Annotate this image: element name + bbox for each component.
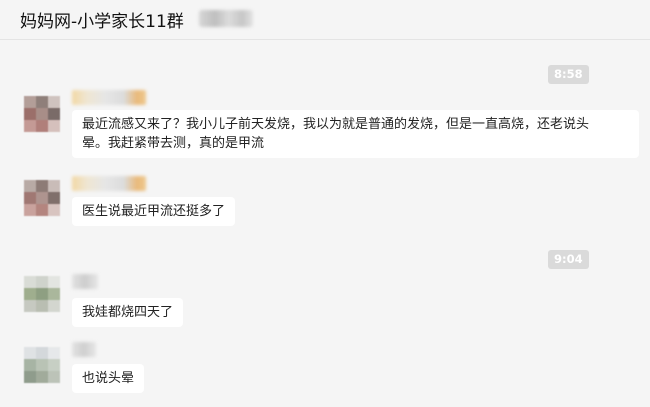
sender-avatar[interactable] (24, 96, 60, 132)
sender-avatar[interactable] (24, 180, 60, 216)
message-text: 晕。我赶紧带去测，真的是甲流 (82, 136, 265, 151)
message-timestamp: 9:04 (548, 250, 589, 269)
sender-name-blurred (72, 90, 146, 105)
message-bubble: 最近流感又来了？我小儿子前天发烧，我以为就是普通的发烧，但是一直高烧，还老说头 … (72, 110, 639, 158)
message-bubble: 医生说最近甲流还挺多了 (72, 197, 236, 226)
sender-avatar[interactable] (24, 347, 60, 383)
message-timestamp: 8:58 (548, 65, 589, 84)
message-bubble: 我娃都烧四天了 (72, 298, 184, 327)
sender-name-blurred (72, 342, 96, 357)
blurred-group-suffix (199, 10, 253, 27)
message-bubble: 也说头晕 (72, 364, 145, 393)
message-text: 最近流感又来了？我小儿子前天发烧，我以为就是普通的发烧，但是一直高烧，还老说头 (82, 117, 590, 132)
sender-name-blurred (72, 176, 146, 191)
chat-title: 妈妈网-小学家长11群 (20, 12, 184, 32)
sender-name-blurred (72, 274, 98, 289)
message-text: 也说头晕 (82, 371, 135, 386)
message-text: 我娃都烧四天了 (82, 305, 174, 320)
sender-avatar[interactable] (24, 276, 60, 312)
message-text: 医生说最近甲流还挺多了 (82, 204, 226, 219)
chat-header: 妈妈网-小学家长11群 (0, 0, 650, 40)
